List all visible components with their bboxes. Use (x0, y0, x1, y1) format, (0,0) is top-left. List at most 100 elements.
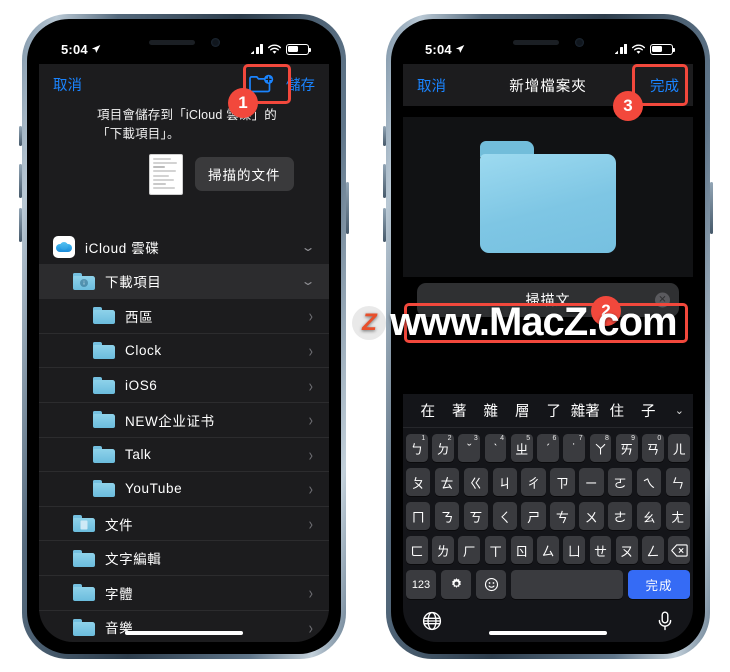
chevron-right-icon: › (308, 513, 313, 534)
key-r3-3[interactable]: ㄑ (492, 502, 517, 530)
volume-down-button-right[interactable] (383, 208, 386, 242)
key-r4-9[interactable]: ㄥ (641, 536, 664, 564)
file-row-2[interactable]: 西區 › (39, 299, 329, 334)
key-r3-7[interactable]: ㄜ (607, 502, 633, 530)
silent-switch-right[interactable] (383, 126, 386, 146)
key-r4-8[interactable]: ㄡ (615, 536, 638, 564)
file-row-9[interactable]: 文字編輯 (39, 541, 329, 576)
chevron-right-icon: › (308, 305, 313, 327)
folder-body (480, 154, 616, 253)
volume-down-button-left[interactable] (19, 208, 22, 242)
chevron-down-icon[interactable]: ⌄ (300, 274, 315, 288)
key-r4-7[interactable]: ㄝ (589, 536, 612, 564)
key-r3-0[interactable]: ㄇ (405, 502, 431, 530)
key-r1-3[interactable]: ˋ4 (484, 434, 507, 462)
sheet-header: 取消 儲存 (39, 64, 329, 104)
sheet-header-actions: 儲存 (248, 73, 315, 95)
key-r1-2[interactable]: ˇ3 (458, 434, 481, 462)
earpiece-speaker (512, 39, 559, 45)
file-row-5[interactable]: NEW企业证书 › (39, 403, 329, 438)
file-row-8[interactable]: 文件 › (39, 507, 329, 542)
phone-frame-left: 5:04 取消 儲存 項目會儲存到「iCloud 雲碟」的「下載項目」。 掃描的… (19, 14, 349, 659)
emoji-icon[interactable] (476, 570, 506, 599)
key-r2-3[interactable]: ㄐ (492, 468, 517, 496)
zhuyin-keyboard[interactable]: 在著雜層了雜著住子 ⌄ ㄅ 1 ㄉ 2 ˇ 3 ˋ 4 ㄓ 5 ˊ 6 ˙ 7 ㄚ 8 ㄞ 9 ㄢ 0 ㄦ ㄆㄊㄍㄐㄔㄗㄧ… (403, 394, 693, 642)
key-r3-1[interactable]: ㄋ (434, 502, 460, 530)
key-r1-0[interactable]: ㄅ1 (406, 434, 428, 462)
key-r1-4[interactable]: ㄓ5 (510, 434, 533, 462)
key-r1-9[interactable]: ㄢ0 (641, 434, 664, 462)
file-row-6[interactable]: Talk › (39, 438, 329, 473)
numeric-key[interactable]: 123 (406, 570, 436, 599)
file-browser-list[interactable]: iCloud 雲碟⌄下載項目⌄西區›Clock›iOS6›NEW企业证书›Tal… (39, 230, 329, 642)
key-r1-7[interactable]: ㄚ8 (589, 434, 612, 462)
candidate-4[interactable]: 了 (538, 400, 570, 421)
key-r2-5[interactable]: ㄗ (550, 468, 575, 496)
file-row-3[interactable]: Clock › (39, 334, 329, 369)
key-r1-1[interactable]: ㄉ2 (432, 434, 455, 462)
volume-up-button-left[interactable] (19, 164, 22, 198)
key-r3-8[interactable]: ㄠ (636, 502, 662, 530)
key-r1-10[interactable]: ㄦ (668, 434, 691, 462)
key-r2-8[interactable]: ㄟ (636, 468, 662, 496)
candidate-3[interactable]: 層 (507, 400, 539, 421)
silent-switch-left[interactable] (19, 126, 22, 146)
candidate-0[interactable]: 在 (412, 400, 444, 421)
candidate-bar[interactable]: 在著雜層了雜著住子 ⌄ (403, 394, 693, 428)
key-r3-2[interactable]: ㄎ (463, 502, 489, 530)
key-r1-8[interactable]: ㄞ9 (615, 434, 638, 462)
key-r2-4[interactable]: ㄔ (521, 468, 546, 496)
file-row-0[interactable]: iCloud 雲碟 ⌄ (39, 230, 329, 265)
key-r2-0[interactable]: ㄆ (405, 468, 431, 496)
key-r2-6[interactable]: ㄧ (579, 468, 604, 496)
power-button-right[interactable] (710, 182, 713, 234)
key-r4-2[interactable]: ㄏ (458, 536, 481, 564)
key-r2-7[interactable]: ㄛ (607, 468, 633, 496)
chevron-down-icon[interactable]: ⌄ (300, 240, 315, 254)
save-button[interactable]: 儲存 (286, 74, 315, 95)
space-key[interactable] (511, 570, 623, 599)
file-row-11[interactable]: 音樂 › (39, 611, 329, 642)
candidate-7[interactable]: 子 (633, 400, 665, 421)
key-r4-0[interactable]: ㄈ (406, 536, 428, 564)
key-r3-5[interactable]: ㄘ (550, 502, 575, 530)
gear-icon[interactable] (441, 570, 471, 599)
file-row-label: iCloud 雲碟 (85, 240, 160, 256)
cancel-button[interactable]: 取消 (417, 75, 446, 96)
key-r4-5[interactable]: ㄙ (537, 536, 559, 564)
file-row-1[interactable]: 下載項目 ⌄ (39, 264, 329, 300)
key-r4-6[interactable]: ㄩ (563, 536, 586, 564)
candidate-6[interactable]: 住 (601, 400, 633, 421)
done-button[interactable]: 完成 (650, 75, 679, 96)
file-row-10[interactable]: 字體 › (39, 576, 329, 611)
home-indicator-right[interactable] (489, 630, 607, 635)
key-r4-4[interactable]: ㄖ (510, 536, 533, 564)
key-r4-3[interactable]: ㄒ (484, 536, 507, 564)
backspace-icon[interactable] (668, 536, 691, 564)
candidate-1[interactable]: 著 (444, 400, 476, 421)
chevron-down-icon[interactable]: ⌄ (664, 404, 684, 417)
volume-up-button-right[interactable] (383, 164, 386, 198)
key-r3-4[interactable]: ㄕ (521, 502, 546, 530)
key-r2-2[interactable]: ㄍ (463, 468, 489, 496)
home-indicator-left[interactable] (125, 630, 243, 635)
keyboard-done-key[interactable]: 完成 (628, 570, 690, 599)
key-r1-6[interactable]: ˙ 7 (563, 434, 586, 462)
key-r3-9[interactable]: ㄤ (665, 502, 691, 530)
power-button-left[interactable] (346, 182, 349, 234)
key-r2-9[interactable]: ㄣ (665, 468, 691, 496)
file-row-4[interactable]: iOS6 › (39, 368, 329, 403)
file-row-7[interactable]: YouTube › (39, 472, 329, 507)
globe-icon[interactable] (421, 610, 443, 632)
candidate-2[interactable]: 雜 (475, 400, 507, 421)
key-r4-1[interactable]: ㄌ (432, 536, 455, 564)
key-r1-5[interactable]: ˊ6 (537, 434, 559, 462)
file-row-label: 西區 (125, 309, 154, 325)
microphone-icon[interactable] (655, 610, 675, 632)
file-row-label: 字體 (105, 586, 134, 602)
cancel-button[interactable]: 取消 (53, 74, 82, 95)
key-r3-6[interactable]: ㄨ (579, 502, 604, 530)
candidate-5[interactable]: 雜著 (570, 400, 602, 421)
key-r2-1[interactable]: ㄊ (434, 468, 460, 496)
wifi-icon (631, 44, 646, 54)
